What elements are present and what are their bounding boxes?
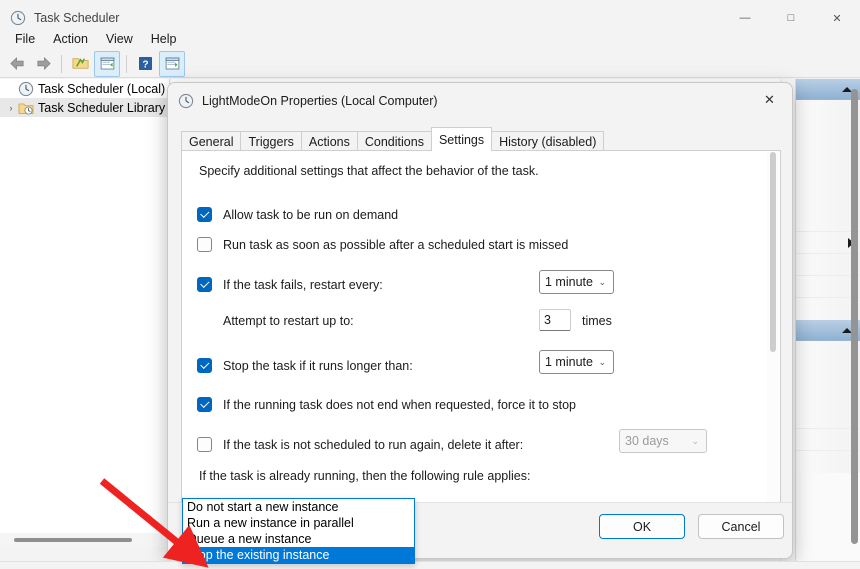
tab-general[interactable]: General [181,131,242,151]
clock-icon [18,81,34,96]
toolbar-separator-2 [126,54,127,73]
panel-vertical-scrollbar[interactable] [767,152,779,524]
setting-stop-if-runs-longer[interactable]: Stop the task if it runs longer than: [197,358,413,373]
attempt-restart-label: Attempt to restart up to: [223,314,354,328]
already-running-rule-label: If the task is already running, then the… [199,469,530,483]
tab-actions[interactable]: Actions [300,131,358,151]
task-scheduler-window: Task Scheduler — □ ✕ File Action View He… [0,0,860,569]
setting-attempt-restart: Attempt to restart up to: [223,314,354,328]
window-bottom-strip [0,561,860,569]
dialog-title: LightModeOn Properties (Local Computer) [202,94,438,108]
clock-icon [178,93,194,109]
actions-vertical-scrollbar[interactable] [851,89,858,544]
setting-allow-on-demand[interactable]: Allow task to be run on demand [197,207,398,222]
scrollbar-thumb[interactable] [770,152,776,352]
help-icon[interactable]: ? [133,52,157,76]
clock-icon [10,10,26,26]
dropdown-option-stop-existing[interactable]: Stop the existing instance [183,547,414,563]
checkbox-restart-on-failure[interactable] [197,277,212,292]
menubar: File Action View Help [0,28,860,50]
checkbox-allow-on-demand[interactable] [197,207,212,222]
menu-help[interactable]: Help [142,30,186,48]
dropdown-option-queue-new[interactable]: Queue a new instance [183,531,414,547]
settings-tab-panel: Specify additional settings that affect … [181,150,781,525]
rule-label-text: If the task is already running, then the… [199,469,531,483]
show-action-pane-icon[interactable] [159,50,185,77]
window-title: Task Scheduler [34,11,120,25]
tree-item-task-scheduler-local[interactable]: Task Scheduler (Local) [0,79,169,98]
panel-description: Specify additional settings that affect … [199,164,539,178]
delete-after-combo: 30 days ⌄ [619,429,707,453]
chevron-down-icon[interactable]: ⌄ [598,357,613,368]
tree-item-task-scheduler-library[interactable]: › Task Scheduler Library [0,98,169,117]
dialog-titlebar: LightModeOn Properties (Local Computer) … [168,83,792,119]
setting-force-stop[interactable]: If the running task does not end when re… [197,397,576,412]
tree-horizontal-scrollbar[interactable] [0,533,170,547]
setting-run-asap-after-missed[interactable]: Run task as soon as possible after a sch… [197,237,568,252]
tree-expander[interactable]: › [4,103,18,113]
tab-settings[interactable]: Settings [430,127,493,151]
dialog-tabs: General Triggers Actions Conditions Sett… [181,127,605,151]
checkbox-force-stop[interactable] [197,397,212,412]
dropdown-option-do-not-start[interactable]: Do not start a new instance [183,499,414,515]
scrollbar-thumb[interactable] [14,538,132,542]
checkbox-stop-if-runs-longer[interactable] [197,358,212,373]
setting-label: If the running task does not end when re… [223,397,577,412]
stop-interval-value: 1 minute [545,355,593,369]
stop-interval-combo[interactable]: 1 minute ⌄ [539,350,614,374]
attempt-restart-value: 3 [544,313,551,327]
tab-conditions[interactable]: Conditions [356,131,432,151]
show-hide-console-tree-icon[interactable] [94,50,120,77]
checkbox-run-asap-after-missed[interactable] [197,237,212,252]
dialog-close-button[interactable]: ✕ [747,83,792,117]
restart-interval-value: 1 minute [545,275,593,289]
tab-triggers[interactable]: Triggers [240,131,302,151]
menu-action[interactable]: Action [44,30,97,48]
setting-label: If the task fails, restart every: [223,277,383,292]
units-label: times [582,314,612,328]
open-folder-icon[interactable] [68,52,92,76]
rule-dropdown-list[interactable]: Do not start a new instance Run a new in… [182,498,415,564]
chevron-down-icon: ⌄ [691,435,699,446]
ok-button[interactable]: OK [599,514,685,539]
dropdown-option-run-parallel[interactable]: Run a new instance in parallel [183,515,414,531]
cancel-button[interactable]: Cancel [698,514,784,539]
restart-interval-combo[interactable]: 1 minute ⌄ [539,270,614,294]
setting-label: Allow task to be run on demand [223,207,399,222]
folder-clock-icon [18,103,34,115]
svg-text:?: ? [142,59,148,70]
chevron-down-icon[interactable]: ⌄ [598,277,613,288]
setting-label: If the task is not scheduled to run agai… [223,437,524,452]
setting-restart-on-failure[interactable]: If the task fails, restart every: [197,277,383,292]
toolbar-separator [61,54,62,73]
attempt-restart-input[interactable]: 3 [539,309,571,331]
checkbox-delete-if-not-scheduled[interactable] [197,437,212,452]
properties-dialog: LightModeOn Properties (Local Computer) … [167,82,793,559]
tree-item-label: Task Scheduler (Local) [38,81,166,96]
console-tree-pane: Task Scheduler (Local) › Task Scheduler … [0,79,170,543]
actions-pane [795,79,860,562]
menu-file[interactable]: File [6,30,44,48]
tree-item-label: Task Scheduler Library [38,100,166,115]
setting-label: Run task as soon as possible after a sch… [223,237,569,252]
forward-icon[interactable] [31,52,55,76]
attempt-restart-units: times [582,314,612,328]
tab-history[interactable]: History (disabled) [491,131,605,151]
setting-delete-if-not-scheduled[interactable]: If the task is not scheduled to run agai… [197,437,523,452]
back-icon[interactable] [5,52,29,76]
delete-after-value: 30 days [625,434,669,448]
toolbar: ? [0,50,860,78]
menu-view[interactable]: View [97,30,142,48]
setting-label: Stop the task if it runs longer than: [223,358,413,373]
